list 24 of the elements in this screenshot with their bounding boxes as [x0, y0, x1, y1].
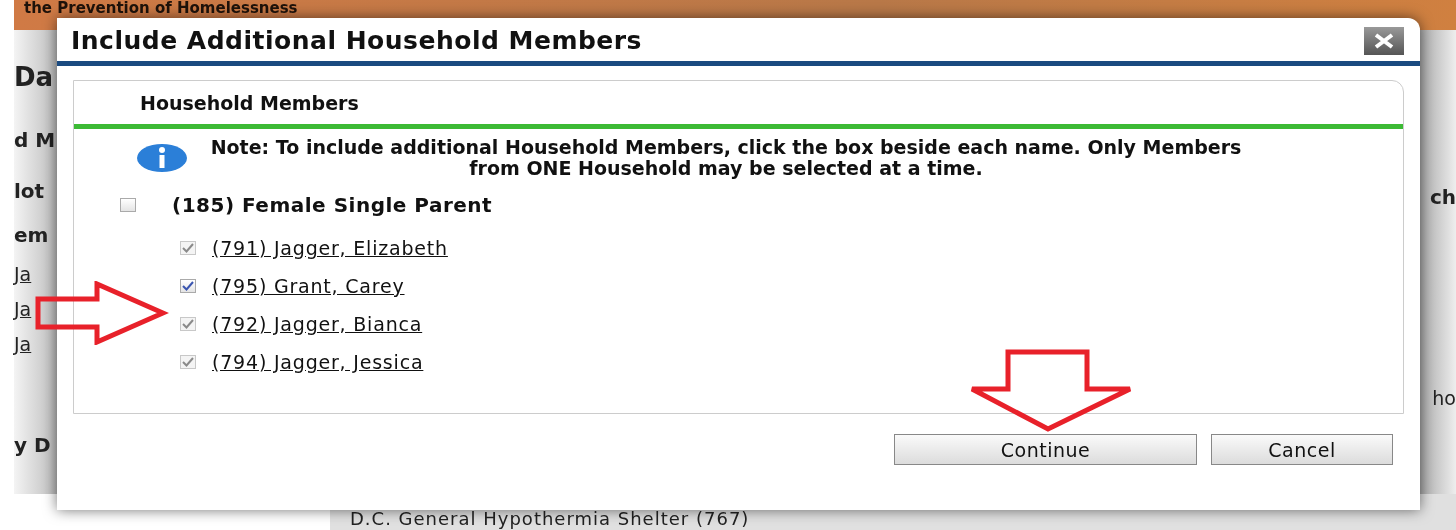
- section-heading: y D: [14, 433, 52, 457]
- client-link[interactable]: Ja: [14, 263, 58, 285]
- section-heading: lot: [14, 179, 46, 203]
- page-title: the Prevention of Homelessness: [24, 0, 299, 17]
- cancel-button[interactable]: Cancel: [1211, 434, 1393, 465]
- close-button[interactable]: [1364, 26, 1404, 55]
- section-title: Household Members: [140, 91, 359, 114]
- close-icon: [1373, 32, 1395, 49]
- shelter-name: D.C. General Hypothermia Shelter (767): [350, 507, 751, 529]
- section-heading: Da: [14, 62, 55, 92]
- client-link[interactable]: Ja: [14, 298, 58, 320]
- household-label: (185) Female Single Parent: [172, 193, 493, 217]
- section-heading: ch: [1429, 185, 1456, 209]
- client-link[interactable]: Ja: [14, 333, 58, 355]
- table-cell: ho: [1432, 387, 1456, 409]
- member-link[interactable]: (795) Grant, Carey: [212, 275, 405, 297]
- section-heading: d M: [14, 128, 57, 152]
- member-checkbox[interactable]: [180, 279, 196, 293]
- note-text: Note: To include additional Household Members, click the box beside each name. Only Members from ONE Household may be selected at a time.: [209, 137, 1243, 179]
- dialog-title: Include Additional Household Members: [71, 26, 642, 55]
- household-checkbox[interactable]: [120, 198, 136, 212]
- continue-button[interactable]: Continue: [894, 434, 1197, 465]
- info-icon: [136, 143, 188, 173]
- section-heading: em: [14, 223, 50, 247]
